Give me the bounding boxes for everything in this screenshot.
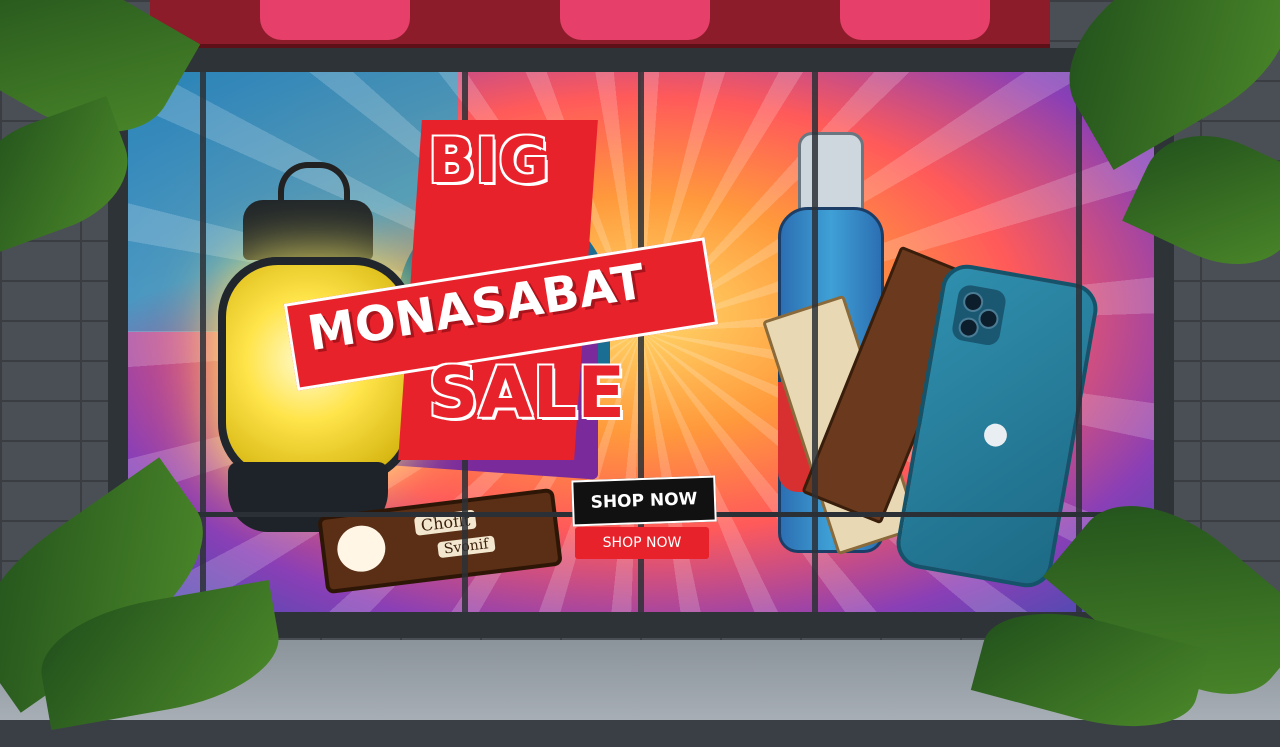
wrapper-graphic (334, 522, 388, 575)
sale-headline: BIG MONASABAT SALE (283, 120, 748, 480)
headline-word-big: BIG (428, 124, 550, 197)
headline-word-sale: SALE (428, 352, 626, 434)
camera-module (950, 283, 1008, 347)
awning-scallop (560, 0, 710, 40)
window-mullion (812, 72, 818, 612)
awning-scallop (840, 0, 990, 40)
awning-scallop (260, 0, 410, 40)
shop-awning (150, 0, 1050, 48)
shop-now-button-secondary[interactable]: SHOP NOW (575, 527, 709, 559)
apple-logo-icon: ● (979, 413, 1012, 453)
shop-now-button[interactable]: SHOP NOW (571, 475, 717, 527)
